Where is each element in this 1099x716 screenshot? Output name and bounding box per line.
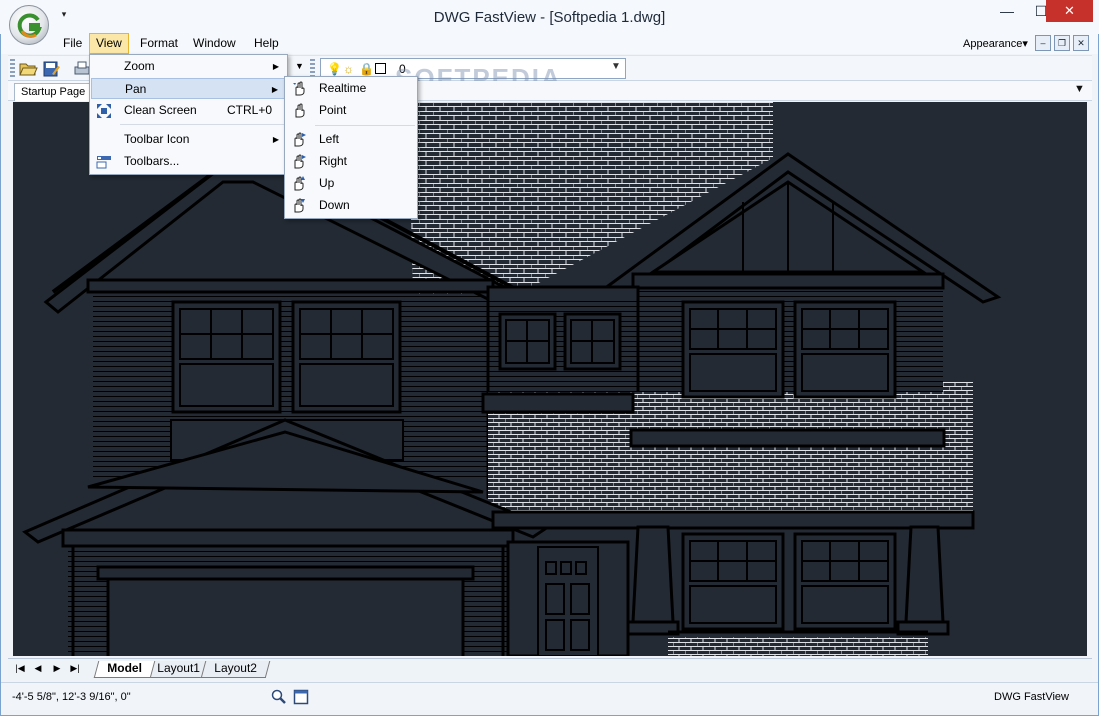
tab-layout2[interactable]: Layout2	[200, 661, 270, 678]
menu-item-toolbars-label: Toolbars...	[124, 154, 180, 168]
hand-down-icon	[291, 198, 307, 214]
first-layout-icon[interactable]: |◀	[12, 663, 28, 674]
menu-view[interactable]: View	[89, 33, 129, 54]
app-logo-icon[interactable]	[9, 5, 49, 45]
menu-item-point[interactable]: Point	[286, 100, 416, 121]
menu-format[interactable]: Format	[134, 34, 184, 54]
submenu-arrow-icon: ▶	[272, 62, 279, 71]
document-minimize-button[interactable]: –	[1035, 35, 1051, 51]
hand-up-icon	[291, 176, 307, 192]
menu-item-right-label: Right	[319, 154, 348, 168]
shortcut-label: CTRL+0	[227, 103, 273, 117]
menu-help[interactable]: Help	[248, 34, 285, 54]
menu-separator	[120, 124, 285, 125]
fullscreen-icon	[96, 103, 112, 119]
menu-item-up-label: Up	[319, 176, 335, 190]
chevron-down-icon[interactable]: ▼	[611, 61, 621, 72]
menu-separator	[315, 125, 415, 126]
document-restore-button[interactable]: ❐	[1054, 35, 1070, 51]
tab-model-label: Model	[107, 661, 142, 675]
menu-item-zoom[interactable]: Zoom ▶	[91, 56, 286, 77]
menu-item-left[interactable]: Left	[286, 129, 416, 150]
view-menu: Zoom ▶ Pan ▶ Clean Screen CTRL+0 Toolbar…	[89, 54, 288, 175]
tab-startup-page[interactable]: Startup Page	[14, 83, 93, 101]
menu-item-clean-screen-label: Clean Screen	[124, 103, 197, 117]
document-close-button[interactable]: ✕	[1073, 35, 1089, 51]
tab-list-dropdown-icon[interactable]: ▼	[1074, 83, 1085, 95]
window-title: DWG FastView - [Softpedia 1.dwg]	[433, 9, 666, 26]
menu-item-down[interactable]: Down	[286, 195, 416, 216]
toolbars-icon	[96, 154, 112, 170]
menu-item-zoom-label: Zoom	[124, 59, 155, 73]
previous-layout-icon[interactable]: ◀	[30, 663, 46, 674]
menu-item-toolbar-icon-label: Toolbar Icon	[124, 132, 190, 146]
submenu-arrow-icon: ▶	[272, 135, 279, 144]
hand-point-icon	[291, 103, 307, 119]
menu-item-toolbars[interactable]: Toolbars...	[91, 151, 286, 172]
menu-bar: File View Format Window Help Appearance▾	[1, 33, 1098, 54]
toolbar-grip[interactable]	[10, 59, 15, 79]
next-layout-icon[interactable]: ▶	[49, 663, 65, 674]
menu-window[interactable]: Window	[187, 34, 242, 54]
drawing-canvas[interactable]	[13, 102, 1087, 656]
open-folder-icon[interactable]	[18, 59, 38, 79]
menu-item-realtime-label: Realtime	[319, 81, 367, 95]
tab-layout1-label: Layout1	[157, 661, 200, 675]
appearance-dropdown[interactable]: Appearance▾	[963, 37, 1028, 50]
menu-file[interactable]: File	[57, 34, 88, 54]
hand-right-icon	[291, 154, 307, 170]
layer-color-swatch	[375, 63, 386, 74]
window-layout-icon[interactable]	[293, 689, 309, 705]
hand-pan-icon	[291, 81, 307, 97]
tab-layout2-label: Layout2	[214, 661, 257, 675]
menu-item-left-label: Left	[319, 132, 340, 146]
menu-item-pan-label: Pan	[125, 82, 147, 96]
house-elevation-drawing	[22, 102, 1002, 656]
menu-item-right[interactable]: Right	[286, 151, 416, 172]
minimize-button[interactable]: —	[990, 0, 1024, 22]
menu-item-up[interactable]: Up	[286, 173, 416, 194]
last-layout-icon[interactable]: ▶|	[67, 663, 83, 674]
title-bar: ▾ DWG FastView - [Softpedia 1.dwg] — ☐ ✕	[0, 0, 1099, 34]
coordinate-readout: -4'-5 5/8", 12'-3 9/16", 0"	[12, 691, 131, 703]
status-app-name: DWG FastView	[994, 691, 1069, 703]
save-edit-icon[interactable]	[41, 59, 61, 79]
submenu-arrow-icon: ▶	[271, 85, 278, 94]
menu-item-point-label: Point	[319, 103, 347, 117]
pan-submenu: Realtime Point Left Right Up Down	[284, 76, 418, 219]
menu-item-pan[interactable]: Pan ▶	[91, 78, 286, 99]
menu-item-down-label: Down	[319, 198, 350, 212]
layout-tab-bar: |◀ ◀ ▶ ▶| Model Layout1 Layout2	[8, 658, 1092, 680]
lightbulb-icon: 💡	[327, 62, 342, 76]
toolbar-overflow-icon[interactable]: ▼	[295, 61, 304, 71]
menu-item-realtime[interactable]: Realtime	[286, 78, 416, 99]
zoom-search-icon[interactable]	[271, 689, 287, 705]
menu-item-toolbar-icon[interactable]: Toolbar Icon ▶	[91, 129, 286, 150]
menu-item-clean-screen[interactable]: Clean Screen CTRL+0	[91, 100, 286, 121]
lock-icon: 🔒	[359, 62, 374, 76]
hand-left-icon	[291, 132, 307, 148]
status-bar: -4'-5 5/8", 12'-3 9/16", 0" DWG FastView	[1, 682, 1098, 710]
sun-freeze-icon: ☼	[343, 62, 354, 76]
close-button[interactable]: ✕	[1046, 0, 1093, 22]
tab-model[interactable]: Model	[93, 661, 155, 678]
